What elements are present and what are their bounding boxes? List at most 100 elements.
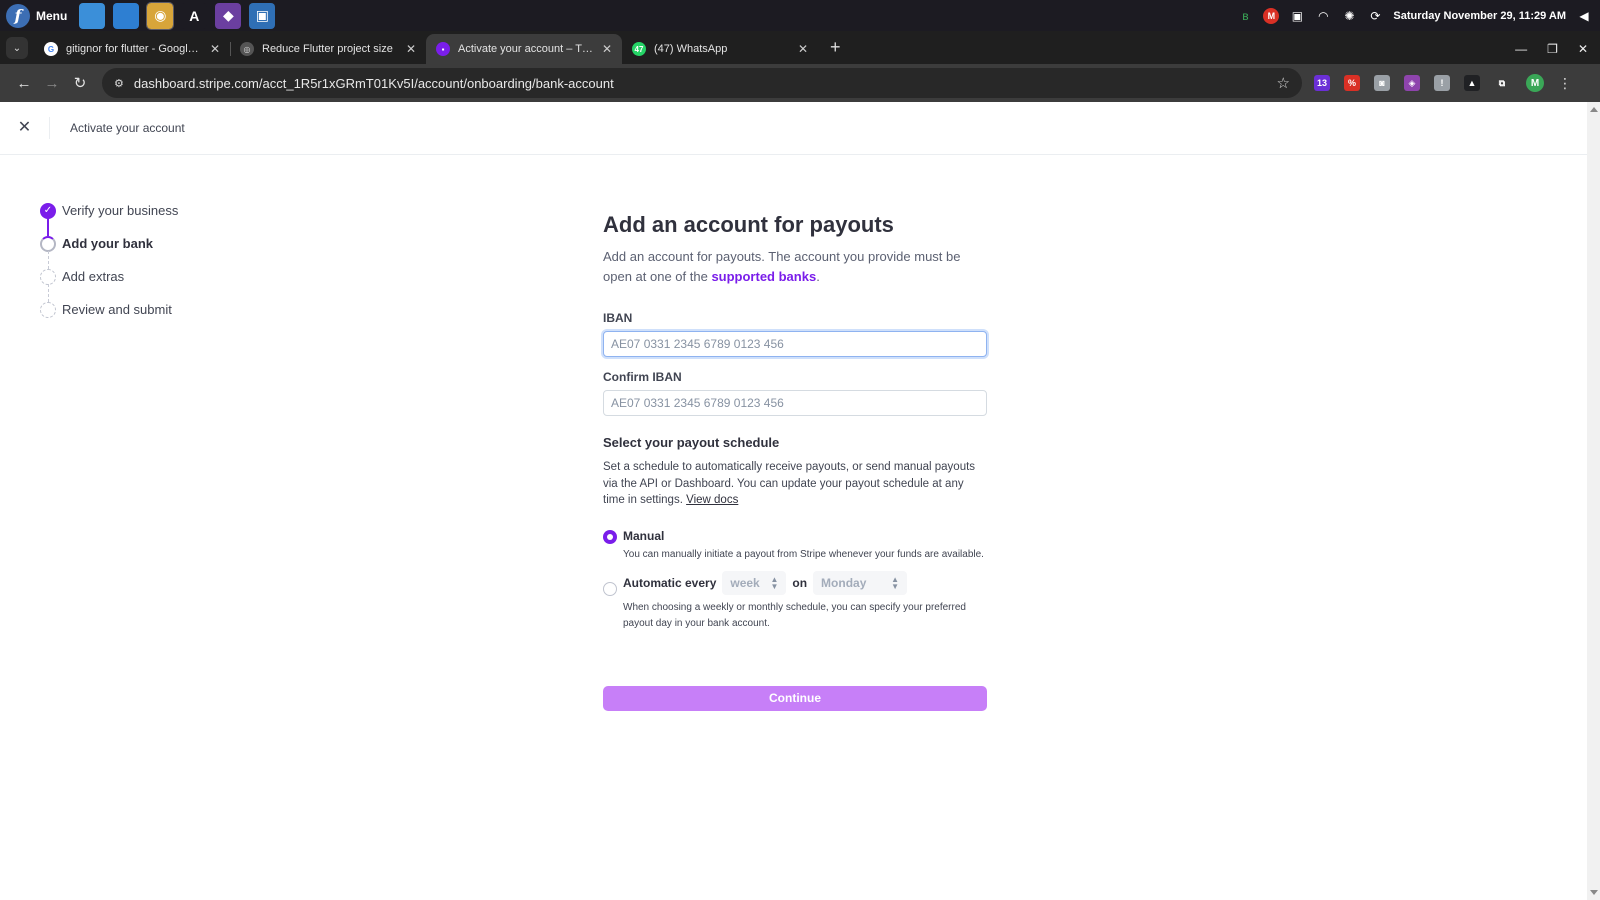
browser-tab[interactable]: ◎ Reduce Flutter project size ✕ — [230, 34, 426, 64]
on-label: on — [792, 575, 808, 590]
ext-camera-icon[interactable]: ◙ — [1374, 75, 1390, 91]
clock[interactable]: Saturday November 29, 11:29 AM — [1393, 10, 1566, 22]
payout-schedule-description: Set a schedule to automatically receive … — [603, 459, 987, 509]
payout-account-form: Add an account for payouts Add an accoun… — [603, 212, 987, 711]
ext-purple-icon[interactable]: ◈ — [1404, 75, 1420, 91]
continue-button[interactable]: Continue — [603, 685, 987, 711]
interval-select-value: week — [730, 575, 760, 590]
iban-input[interactable]: AE07 0331 2345 6789 0123 456 — [603, 331, 987, 357]
step-label: Review and submit — [62, 302, 172, 317]
step-label: Verify your business — [62, 203, 179, 218]
manual-label[interactable]: Manual — [623, 529, 984, 543]
window-controls: — ❐ ✕ — [1515, 42, 1600, 56]
files-blue-app-icon[interactable] — [79, 2, 106, 29]
bluetooth-icon[interactable]: ʙ — [1237, 8, 1253, 24]
update-icon[interactable]: ⟳ — [1367, 8, 1383, 24]
tab-search-icon[interactable]: ⌄ — [6, 37, 28, 59]
automatic-help: When choosing a weekly or monthly schedu… — [623, 601, 966, 629]
tab-close-icon[interactable]: ✕ — [602, 42, 612, 56]
folder-app-icon[interactable] — [113, 2, 140, 29]
tab-favicon-icon: ▪ — [436, 42, 450, 56]
automatic-option[interactable]: Automatic every week ▲ ▼ on Monday ▲ ▼ Whe… — [603, 570, 987, 632]
fedora-logo-icon: f — [6, 3, 30, 28]
page-content: ✕ Activate your account ✓ Verify your bus… — [0, 102, 1587, 900]
browser-menu-icon[interactable]: ⋮ — [1558, 75, 1572, 92]
ext-red-icon[interactable]: % — [1344, 75, 1360, 91]
page-scrollbar[interactable] — [1587, 102, 1600, 900]
onboarding-step[interactable]: Add extras — [40, 260, 178, 302]
tab-title: gitignor for flutter - Google S — [66, 43, 202, 55]
tab-list: Ggitignor for flutter - Google S ✕ ◎ Reduce… — [34, 34, 818, 64]
scroll-up-icon[interactable] — [1590, 107, 1598, 112]
scroll-down-icon[interactable] — [1590, 890, 1598, 895]
extensions-bar: 13% ◙ ◈! ▲ ⧉ — [1314, 75, 1510, 91]
reload-icon[interactable]: ↻ — [66, 74, 94, 92]
tab-close-icon[interactable]: ✕ — [210, 42, 220, 56]
system-tray: ʙ M ▣ ◠ ✺ ⟳ Saturday November 29, 11:29 … — [1237, 7, 1600, 24]
ext-puzzle-icon[interactable]: ⧉ — [1494, 75, 1510, 91]
tab-favicon-icon: G — [44, 42, 58, 56]
new-tab-icon[interactable]: + — [830, 37, 841, 58]
screenshot-app-icon[interactable]: ▣ — [249, 2, 276, 29]
app-store-app-icon[interactable]: A — [181, 2, 208, 29]
tab-favicon-icon: 47 — [632, 42, 646, 56]
view-docs-link[interactable]: View docs — [686, 494, 738, 506]
form-title: Add an account for payouts — [603, 212, 894, 237]
supported-banks-link[interactable]: supported banks — [711, 269, 816, 284]
restore-icon[interactable]: ❐ — [1547, 42, 1558, 56]
tab-close-icon[interactable]: ✕ — [406, 42, 416, 56]
step-label: Add your bank — [62, 236, 154, 251]
forward-icon[interactable]: → — [38, 75, 66, 92]
chrome-app-icon[interactable]: ◉ — [146, 1, 175, 30]
tab-close-icon[interactable]: ✕ — [798, 42, 808, 56]
wifi-icon[interactable]: ◠ — [1315, 8, 1331, 24]
form-subtitle: Add an account for payouts. The account … — [603, 247, 987, 287]
close-window-icon[interactable]: ✕ — [1578, 42, 1588, 56]
step-status-icon — [40, 235, 56, 252]
step-label: Add extras — [62, 269, 125, 284]
bookmark-star-icon[interactable]: ☆ — [1277, 74, 1290, 92]
taskbar-apps: ◉ A ◆ ▣ — [79, 1, 276, 30]
onboarding-step[interactable]: Review and submit — [40, 293, 178, 326]
automatic-label[interactable]: Automatic every — [623, 576, 716, 590]
start-menu[interactable]: f Menu — [0, 3, 67, 28]
back-icon[interactable]: ← — [10, 75, 38, 92]
confirm-iban-placeholder: AE07 0331 2345 6789 0123 456 — [611, 396, 784, 410]
volume-icon[interactable]: ◀ — [1576, 8, 1592, 24]
day-select[interactable]: Monday ▲ ▼ — [813, 570, 908, 595]
brightness-icon[interactable]: ✺ — [1341, 8, 1357, 24]
day-select-value: Monday — [821, 575, 867, 590]
iban-placeholder: AE07 0331 2345 6789 0123 456 — [611, 337, 784, 351]
browser-tab[interactable]: 47 (47) WhatsApp ✕ — [622, 34, 818, 64]
interval-select[interactable]: week ▲ ▼ — [722, 570, 787, 595]
os-taskbar: f Menu ◉ A ◆ ▣ ʙ M ▣ ◠ ✺ ⟳ Saturday Novembe… — [0, 0, 1600, 31]
manual-radio[interactable] — [603, 529, 617, 544]
address-bar[interactable]: ⚙ dashboard.stripe.com/acct_1R5r1xGRmT01… — [102, 68, 1302, 98]
minimize-icon[interactable]: — — [1515, 42, 1527, 56]
tab-title: Activate your account – TWEN — [458, 43, 594, 55]
confirm-iban-input[interactable]: AE07 0331 2345 6789 0123 456 — [603, 390, 987, 416]
onboarding-step[interactable]: Add your bank — [40, 227, 178, 269]
tab-title: Reduce Flutter project size — [262, 43, 393, 55]
onboarding-step[interactable]: ✓ Verify your business — [40, 194, 179, 236]
browser-tab[interactable]: Ggitignor for flutter - Google S ✕ — [34, 34, 230, 64]
manual-help: You can manually initiate a payout from … — [623, 548, 984, 560]
ext-info-icon[interactable]: ! — [1434, 75, 1450, 91]
mail-icon[interactable]: M — [1263, 7, 1280, 24]
tab-favicon-icon: ◎ — [240, 42, 254, 56]
payout-schedule-text: Set a schedule to automatically receive … — [603, 461, 976, 506]
close-icon[interactable]: ✕ — [0, 117, 50, 139]
ext-triangle-icon[interactable]: ▲ — [1464, 75, 1480, 91]
github-app-icon[interactable]: ◆ — [215, 2, 242, 29]
browser-tab[interactable]: ▪ Activate your account – TWEN ✕ — [426, 34, 622, 64]
manual-option[interactable]: Manual You can manually initiate a payou… — [603, 529, 987, 563]
url-text[interactable]: dashboard.stripe.com/acct_1R5r1xGRmT01Kv… — [134, 76, 1267, 91]
automatic-radio[interactable] — [603, 581, 617, 596]
onboarding-steps: ✓ Verify your business Add your bank Add ex… — [40, 194, 178, 326]
profile-avatar[interactable]: M — [1526, 74, 1544, 92]
site-info-icon[interactable]: ⚙ — [114, 77, 124, 90]
form-subtitle-period: . — [816, 269, 820, 284]
ext-badge-13-icon[interactable]: 13 — [1314, 75, 1330, 91]
clipboard-icon[interactable]: ▣ — [1289, 8, 1305, 24]
tab-title: (47) WhatsApp — [654, 43, 728, 55]
